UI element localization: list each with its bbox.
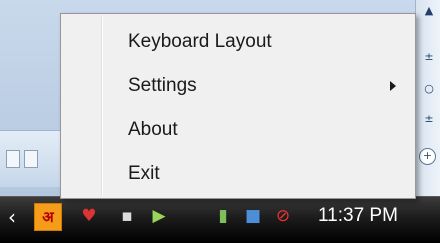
menu-item-label: Settings [128, 75, 197, 96]
heart-icon[interactable]: ♥ [76, 203, 102, 229]
vertical-scrollbar[interactable]: ▲ ± ○ ± + [415, 0, 440, 196]
hindi-input-icon[interactable]: अ [34, 203, 62, 231]
menu-item-exit[interactable]: Exit [64, 154, 412, 194]
menu-item-label: Keyboard Layout [128, 31, 272, 52]
scroll-previous-icon[interactable]: ± [422, 50, 436, 64]
scroll-next-icon[interactable]: ± [422, 112, 436, 126]
select-browse-object-icon[interactable]: ○ [422, 82, 436, 96]
media-player-icon[interactable]: ▶ [146, 203, 172, 229]
menu-item-label: Exit [128, 163, 160, 184]
system-clock[interactable]: 11:37 PM [318, 204, 398, 228]
flag-icon[interactable]: ▪ [114, 203, 140, 229]
menu-item-label: About [128, 119, 178, 140]
bullet-list-icon [6, 150, 20, 168]
zoom-icon[interactable]: + [419, 148, 436, 165]
show-hidden-icons-button[interactable]: ‹ [8, 207, 16, 227]
monitor-icon[interactable]: ■ [240, 203, 266, 229]
network-icon[interactable]: ▮ [210, 203, 236, 229]
volume-muted-icon[interactable]: ⊘ [270, 203, 296, 229]
context-menu: Keyboard Layout Settings About Exit [60, 13, 416, 199]
menu-item-settings[interactable]: Settings [64, 66, 412, 106]
numbered-list-icon [24, 150, 38, 168]
menu-item-keyboard-layout[interactable]: Keyboard Layout [64, 22, 412, 62]
scroll-up-icon[interactable]: ▲ [422, 4, 436, 18]
submenu-arrow-icon [390, 81, 396, 91]
menu-item-about[interactable]: About [64, 110, 412, 150]
